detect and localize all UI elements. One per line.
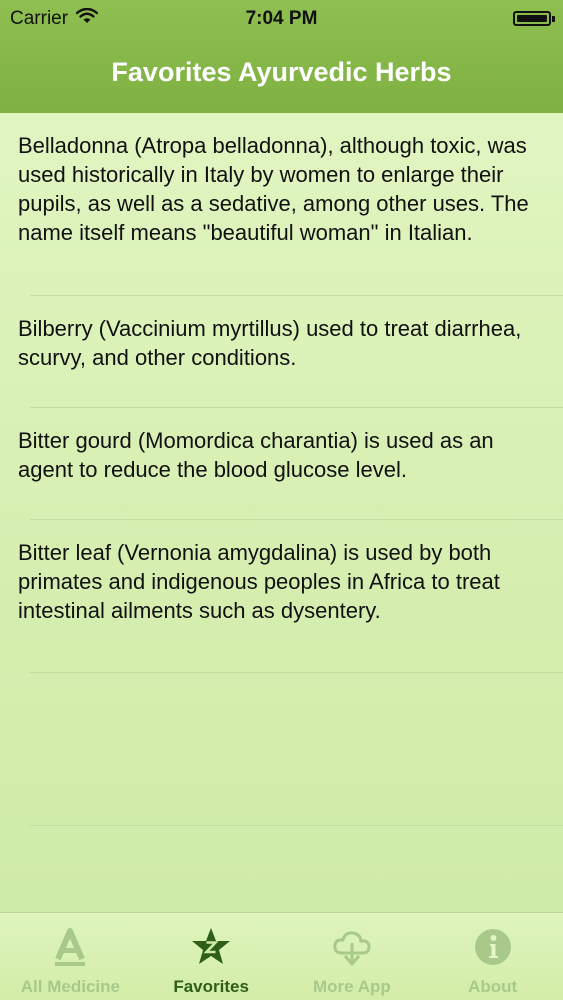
page-title: Favorites Ayurvedic Herbs bbox=[111, 57, 452, 87]
tab-label: Favorites bbox=[173, 977, 249, 996]
tab-favorites[interactable]: Favorites bbox=[141, 913, 282, 1000]
list-item-text: Bitter gourd (Momordica charantia) is us… bbox=[18, 428, 494, 482]
status-time: 7:04 PM bbox=[245, 8, 318, 29]
star-icon bbox=[191, 927, 231, 967]
tab-label: All Medicine bbox=[20, 977, 120, 996]
tab-bar: All Medicine Favorites More App About bbox=[0, 912, 563, 1000]
list-item-text: Belladonna (Atropa belladonna), although… bbox=[18, 133, 529, 245]
cloud-download-icon bbox=[332, 927, 372, 967]
tab-label: More App bbox=[312, 977, 391, 996]
list-item[interactable]: Bilberry (Vaccinium myrtillus) used to t… bbox=[0, 296, 563, 408]
list-item-text: Bilberry (Vaccinium myrtillus) used to t… bbox=[18, 316, 522, 370]
letter-a-icon bbox=[50, 927, 90, 967]
favorites-list: Belladonna (Atropa belladonna), although… bbox=[0, 113, 563, 826]
tab-more-app[interactable]: More App bbox=[282, 913, 423, 1000]
list-item-text: Bitter leaf (Vernonia amygdalina) is use… bbox=[18, 540, 500, 623]
empty-row bbox=[0, 673, 563, 826]
list-item[interactable]: Bitter leaf (Vernonia amygdalina) is use… bbox=[0, 520, 563, 673]
tab-about[interactable]: About bbox=[422, 913, 563, 1000]
tab-label: About bbox=[468, 977, 518, 996]
list-item[interactable]: Bitter gourd (Momordica charantia) is us… bbox=[0, 408, 563, 520]
battery-icon bbox=[513, 11, 555, 26]
status-bar: Carrier 7:04 PM bbox=[0, 0, 563, 38]
tab-all-medicine[interactable]: All Medicine bbox=[0, 913, 141, 1000]
info-icon bbox=[473, 927, 513, 967]
navigation-header: Carrier 7:04 PM Favorites Ayurvedic Herb… bbox=[0, 0, 563, 113]
list-item[interactable]: Belladonna (Atropa belladonna), although… bbox=[0, 113, 563, 296]
